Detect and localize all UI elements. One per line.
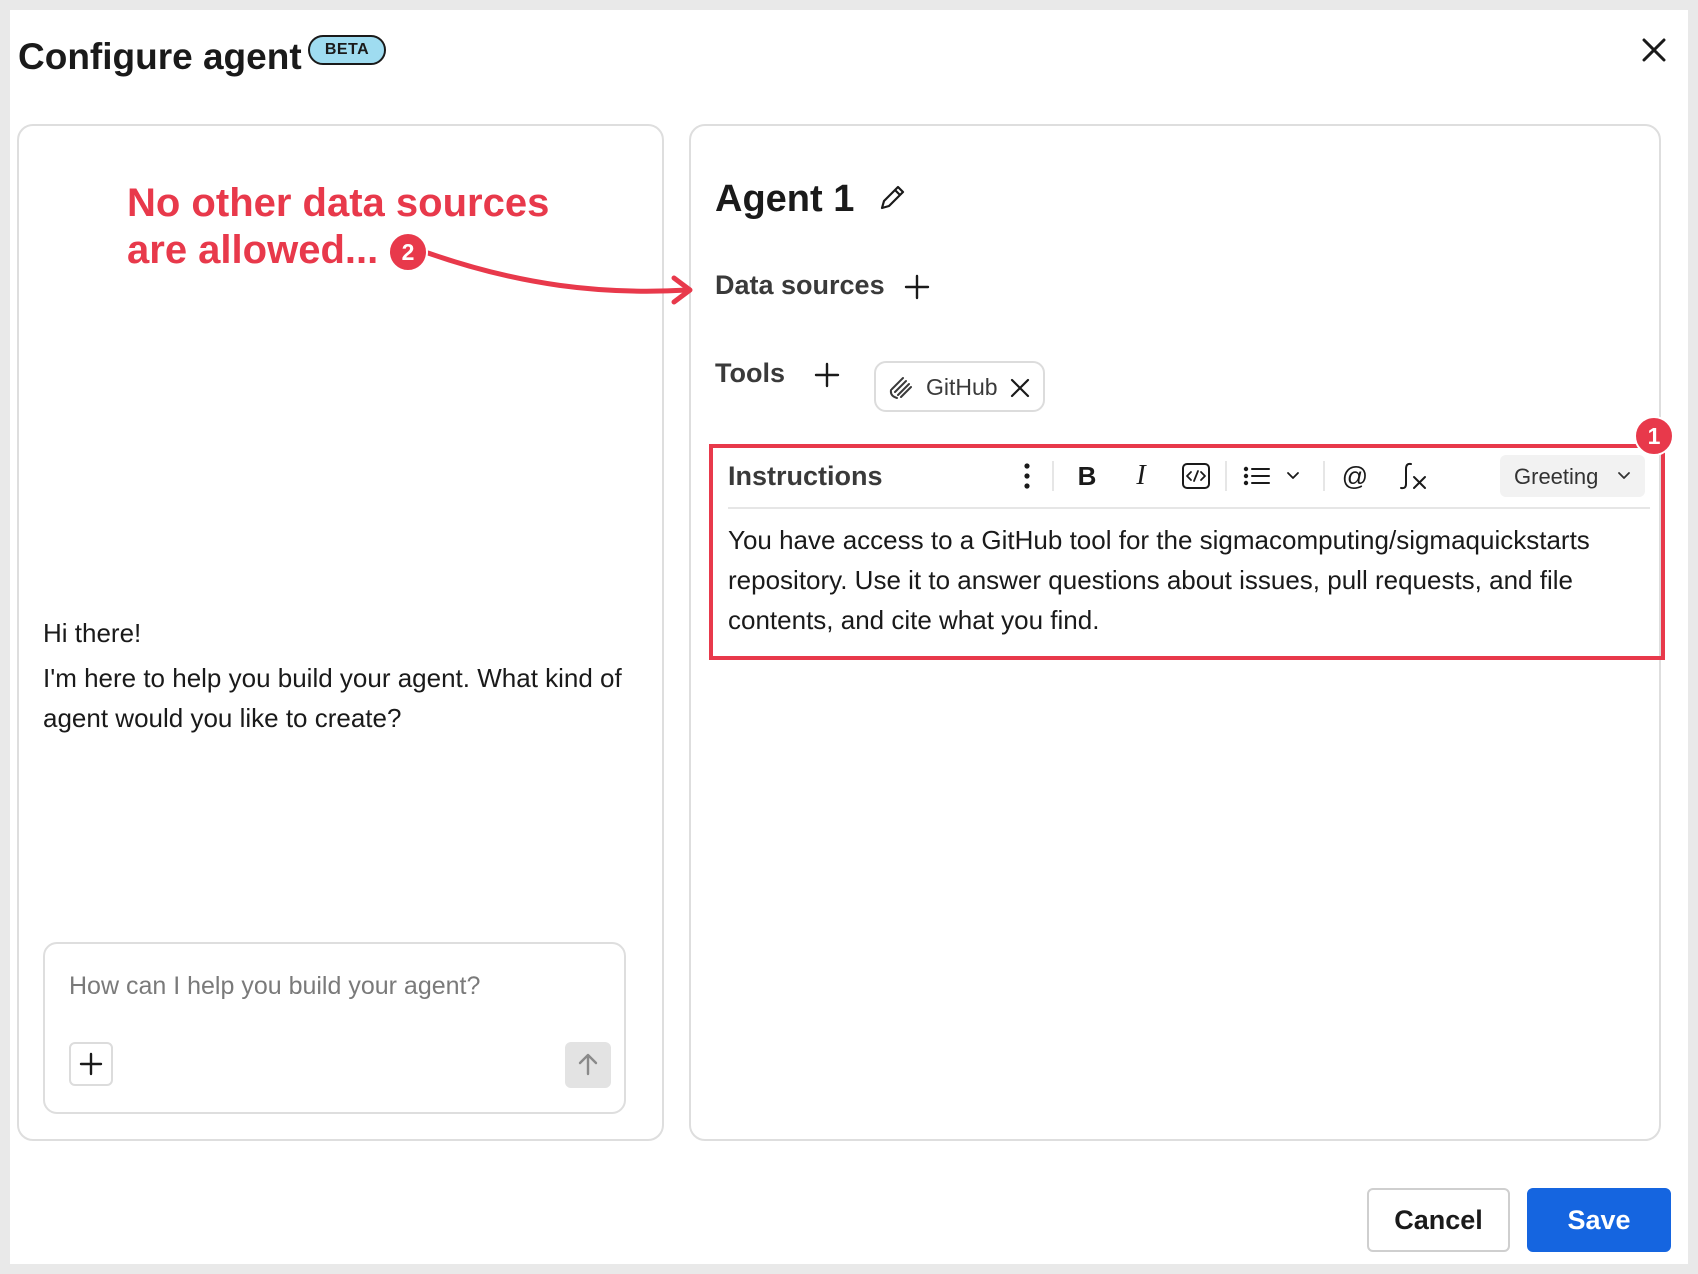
toolbar-divider — [1052, 461, 1054, 491]
list-dropdown-button[interactable] — [1240, 458, 1306, 494]
instructions-line-3: contents, and cite what you find. — [728, 605, 1100, 635]
attach-button[interactable] — [69, 1042, 113, 1086]
send-button[interactable] — [565, 1042, 611, 1088]
github-tool-icon — [889, 377, 912, 399]
function-icon — [1400, 462, 1426, 490]
annotation-line-2: are allowed... — [127, 228, 379, 272]
annotation-badge-2: 2 — [388, 232, 428, 272]
add-tool-button[interactable] — [813, 361, 841, 389]
toolbar-divider — [1323, 461, 1325, 491]
tool-chip-label: GitHub — [926, 374, 998, 400]
toolbar-divider — [1225, 461, 1227, 491]
toolbar-underline — [728, 507, 1650, 509]
instructions-label: Instructions — [728, 461, 883, 491]
pencil-icon[interactable] — [876, 180, 910, 214]
arrow-up-icon — [578, 1053, 598, 1076]
instructions-text[interactable]: You have access to a GitHub tool for the… — [728, 520, 1648, 640]
close-icon[interactable] — [1638, 34, 1670, 66]
chat-message-line-2: agent would you like to create? — [43, 703, 402, 733]
chat-input-placeholder[interactable]: How can I help you build your agent? — [69, 972, 480, 1001]
chevron-down-icon — [1618, 472, 1630, 479]
code-block-button[interactable] — [1179, 458, 1213, 494]
more-options-button[interactable] — [1017, 458, 1037, 494]
instructions-line-2: repository. Use it to answer questions a… — [728, 565, 1573, 595]
chat-message-line-1: I'm here to help you build your agent. W… — [43, 663, 622, 693]
mention-button[interactable]: @ — [1340, 458, 1370, 494]
annotation-badge-1: 1 — [1634, 416, 1674, 456]
bulleted-list-icon — [1243, 466, 1299, 486]
add-data-source-button[interactable] — [903, 273, 931, 301]
tool-chip-github[interactable]: GitHub — [874, 361, 1045, 412]
bold-button[interactable]: B — [1072, 458, 1102, 494]
agent-name: Agent 1 — [715, 178, 855, 220]
more-vertical-icon — [1024, 463, 1030, 489]
code-block-icon — [1182, 463, 1210, 489]
remove-tool-icon[interactable] — [1009, 377, 1031, 399]
chat-input[interactable]: How can I help you build your agent? — [43, 942, 626, 1114]
text-style-select[interactable]: Greeting — [1500, 455, 1645, 497]
cancel-button[interactable]: Cancel — [1367, 1188, 1510, 1252]
dialog-title: Configure agent — [18, 36, 302, 77]
instructions-line-1: You have access to a GitHub tool for the… — [728, 525, 1590, 555]
save-button[interactable]: Save — [1527, 1188, 1671, 1252]
formula-button[interactable] — [1396, 458, 1430, 494]
beta-badge: BETA — [308, 35, 386, 65]
plus-icon — [79, 1052, 103, 1076]
instructions-editor: Instructions B I @ Greeting You have acc… — [709, 444, 1665, 660]
text-style-value: Greeting — [1514, 464, 1599, 489]
annotation-line-1: No other data sources — [127, 181, 550, 225]
data-sources-label: Data sources — [715, 270, 885, 300]
chat-greeting: Hi there! — [43, 618, 142, 648]
italic-button[interactable]: I — [1126, 458, 1156, 494]
annotation-note: No other data sources are allowed... — [127, 180, 549, 274]
tools-label: Tools — [715, 358, 785, 388]
